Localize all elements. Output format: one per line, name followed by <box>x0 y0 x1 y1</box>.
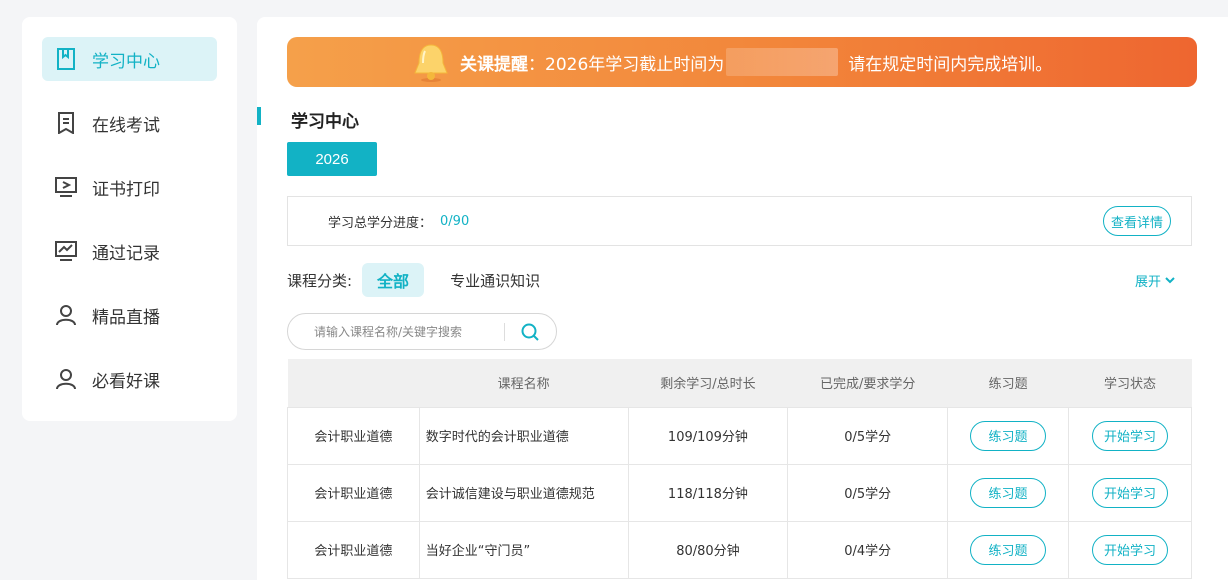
sidebar-item-online-exam[interactable]: 在线考试 <box>42 101 217 145</box>
course-time: 109/109分钟 <box>627 406 789 465</box>
page-title: 学习中心 <box>291 112 359 132</box>
course-category: 会计职业道德 <box>287 520 420 579</box>
course-credit: 0/5学分 <box>787 463 949 522</box>
course-credit: 0/5学分 <box>787 406 949 465</box>
year-tab-2026[interactable]: 2026 <box>287 142 377 176</box>
sidebar-item-label: 必看好课 <box>92 371 160 392</box>
exercise-button[interactable]: 练习题 <box>970 420 1047 451</box>
column-header: 已完成/要求学分 <box>787 359 948 407</box>
course-category: 会计职业道德 <box>287 406 420 465</box>
course-name: 会计诚信建设与职业道德规范 <box>418 463 629 522</box>
sidebar-item-learning-center[interactable]: 学习中心 <box>42 37 217 81</box>
course-category: 会计职业道德 <box>287 463 420 522</box>
course-name: 当好企业“守门员” <box>418 520 629 579</box>
expand-button[interactable]: 展开 <box>1135 271 1176 290</box>
course-category-filter: 课程分类: 全部 专业通识知识 展开 <box>287 263 1192 297</box>
expand-label: 展开 <box>1134 274 1161 290</box>
category-label: 课程分类: <box>287 271 353 290</box>
table-row: 会计职业道德 当好企业“守门员” 80/80分钟 0/4学分 练习题 开始学习 <box>287 520 1192 579</box>
sidebar-item-label: 通过记录 <box>92 243 160 264</box>
start-learning-button[interactable]: 开始学习 <box>1092 477 1169 508</box>
course-time: 118/118分钟 <box>627 463 789 522</box>
sidebar-item-label: 精品直播 <box>92 307 160 328</box>
table-header-row: 课程名称 剩余学习/总时长 已完成/要求学分 练习题 学习状态 <box>287 359 1192 407</box>
table-row: 会计职业道德 数字时代的会计职业道德 109/109分钟 0/5学分 练习题 开… <box>287 406 1192 465</box>
column-header: 练习题 <box>947 359 1069 407</box>
credit-progress-box: 学习总学分进度： 0/90 查看详情 <box>287 196 1192 246</box>
start-learning-button[interactable]: 开始学习 <box>1092 420 1169 451</box>
course-table: 课程名称 剩余学习/总时长 已完成/要求学分 练习题 学习状态 会计职业道德 数… <box>287 359 1192 579</box>
section-title-marker <box>257 107 261 125</box>
course-name: 数字时代的会计职业道德 <box>418 406 629 465</box>
category-general-knowledge[interactable]: 专业通识知识 <box>450 270 540 291</box>
status-cell: 开始学习 <box>1068 520 1192 579</box>
exercise-cell: 练习题 <box>947 520 1070 579</box>
user-icon <box>54 303 78 327</box>
course-search <box>287 313 557 350</box>
notice-text-after: 请在规定时间内完成培训。 <box>848 54 1053 75</box>
sidebar-item-must-watch[interactable]: 必看好课 <box>42 357 217 401</box>
certificate-icon <box>54 175 78 199</box>
progress-label: 学习总学分进度： <box>328 215 433 231</box>
chart-icon <box>54 239 78 263</box>
notice-title: 关课提醒 <box>460 54 528 75</box>
book-icon <box>54 47 78 71</box>
sidebar-item-label: 在线考试 <box>92 115 160 136</box>
column-header: 课程名称 <box>419 359 629 407</box>
sidebar-item-pass-record[interactable]: 通过记录 <box>42 229 217 273</box>
sidebar-item-live[interactable]: 精品直播 <box>42 293 217 337</box>
search-input[interactable] <box>314 324 504 339</box>
table-row: 会计职业道德 会计诚信建设与职业道德规范 118/118分钟 0/5学分 练习题… <box>287 463 1192 522</box>
status-cell: 开始学习 <box>1068 406 1192 465</box>
progress-value: 0/90 <box>440 213 470 229</box>
search-button[interactable] <box>505 313 555 350</box>
deadline-notice-banner: 关课提醒 ：2026年学习截止时间为 请在规定时间内完成培训。 <box>287 37 1197 87</box>
course-credit: 0/4学分 <box>787 520 949 579</box>
sidebar: 学习中心 在线考试 证书打印 通过记录 精品直播 必看好课 <box>22 17 237 421</box>
start-learning-button[interactable]: 开始学习 <box>1092 534 1169 565</box>
exercise-button[interactable]: 练习题 <box>970 477 1047 508</box>
main-panel: 关课提醒 ：2026年学习截止时间为 请在规定时间内完成培训。 学习中心 202… <box>257 17 1228 580</box>
status-cell: 开始学习 <box>1068 463 1192 522</box>
redacted-date <box>726 48 839 76</box>
sidebar-item-label: 学习中心 <box>92 51 160 72</box>
column-header <box>287 359 420 407</box>
user-icon <box>54 367 78 391</box>
view-details-button[interactable]: 查看详情 <box>1103 206 1171 236</box>
column-header: 剩余学习/总时长 <box>628 359 788 407</box>
exercise-cell: 练习题 <box>947 406 1070 465</box>
chevron-down-icon <box>1165 277 1175 284</box>
sidebar-item-label: 证书打印 <box>92 179 160 200</box>
course-time: 80/80分钟 <box>627 520 789 579</box>
column-header: 学习状态 <box>1068 359 1192 407</box>
notice-text: ：2026年学习截止时间为 <box>528 54 725 75</box>
exam-icon <box>54 111 78 135</box>
search-icon <box>521 323 539 341</box>
exercise-button[interactable]: 练习题 <box>970 534 1047 565</box>
exercise-cell: 练习题 <box>947 463 1070 522</box>
category-all[interactable]: 全部 <box>362 263 425 297</box>
sidebar-item-certificate-print[interactable]: 证书打印 <box>42 165 217 209</box>
bell-icon <box>411 41 451 88</box>
